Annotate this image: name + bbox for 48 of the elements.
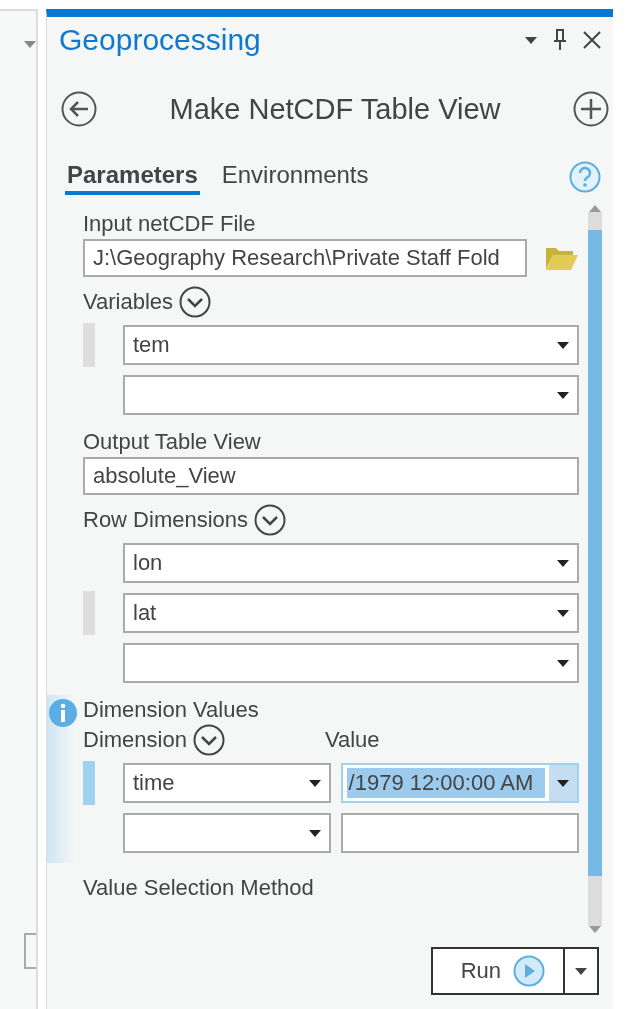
parameter-label: Output Table View bbox=[83, 429, 261, 455]
dropdown-field[interactable]: tem bbox=[123, 325, 579, 365]
panel-title: Geoprocessing bbox=[59, 23, 262, 57]
pin-icon[interactable] bbox=[553, 29, 567, 51]
caret-icon bbox=[557, 659, 569, 667]
text-field[interactable]: absolute_View bbox=[83, 457, 579, 495]
expand-button[interactable] bbox=[254, 504, 287, 536]
run-menu-button[interactable] bbox=[565, 947, 599, 995]
value-field[interactable]: /1979 12:00:00 AM bbox=[340, 763, 579, 803]
scrollbar[interactable] bbox=[588, 212, 602, 926]
tab[interactable]: Parameters bbox=[65, 159, 200, 195]
caret-icon bbox=[525, 36, 537, 44]
dropdown-field[interactable] bbox=[123, 375, 579, 415]
caret-icon bbox=[557, 391, 569, 399]
column-header: Value bbox=[324, 727, 380, 753]
parameter-label: Value Selection Method bbox=[83, 875, 314, 901]
caret-icon bbox=[557, 341, 569, 349]
parameter-label: Input netCDF File bbox=[83, 211, 256, 237]
parameter-label: Variables bbox=[83, 289, 174, 315]
info-icon bbox=[49, 699, 77, 727]
parameter-label: Row Dimensions bbox=[83, 507, 249, 533]
play-icon bbox=[513, 955, 545, 987]
column-header: Dimension bbox=[83, 727, 187, 753]
row-marker bbox=[83, 761, 95, 805]
dropdown-field[interactable] bbox=[123, 813, 331, 853]
caret-icon bbox=[308, 779, 321, 787]
value-field[interactable] bbox=[340, 813, 579, 853]
file-path-field[interactable]: J:\Geography Research\Private Staff Fold bbox=[83, 239, 527, 277]
dropdown-field[interactable]: lon bbox=[123, 543, 579, 583]
tool-title: Make NetCDF Table View bbox=[168, 92, 502, 126]
close-icon[interactable] bbox=[583, 31, 601, 49]
expand-button[interactable] bbox=[179, 286, 212, 318]
expand-button[interactable] bbox=[192, 724, 225, 756]
run-button[interactable]: Run bbox=[430, 947, 565, 995]
caret-icon bbox=[557, 609, 569, 617]
caret-icon bbox=[308, 829, 321, 837]
parameter-label: Dimension Values bbox=[83, 697, 259, 723]
back-button[interactable] bbox=[61, 91, 97, 127]
dropdown-field[interactable]: time bbox=[123, 763, 331, 803]
caret-icon bbox=[557, 779, 569, 787]
caret-icon bbox=[24, 41, 36, 48]
add-button[interactable] bbox=[573, 91, 609, 127]
dropdown-field[interactable] bbox=[123, 643, 579, 683]
tab[interactable]: Environments bbox=[219, 159, 371, 195]
caret-icon bbox=[575, 967, 587, 975]
dropdown-field[interactable]: lat bbox=[123, 593, 579, 633]
caret-icon bbox=[557, 559, 569, 567]
options-caret-icon[interactable] bbox=[525, 36, 537, 44]
